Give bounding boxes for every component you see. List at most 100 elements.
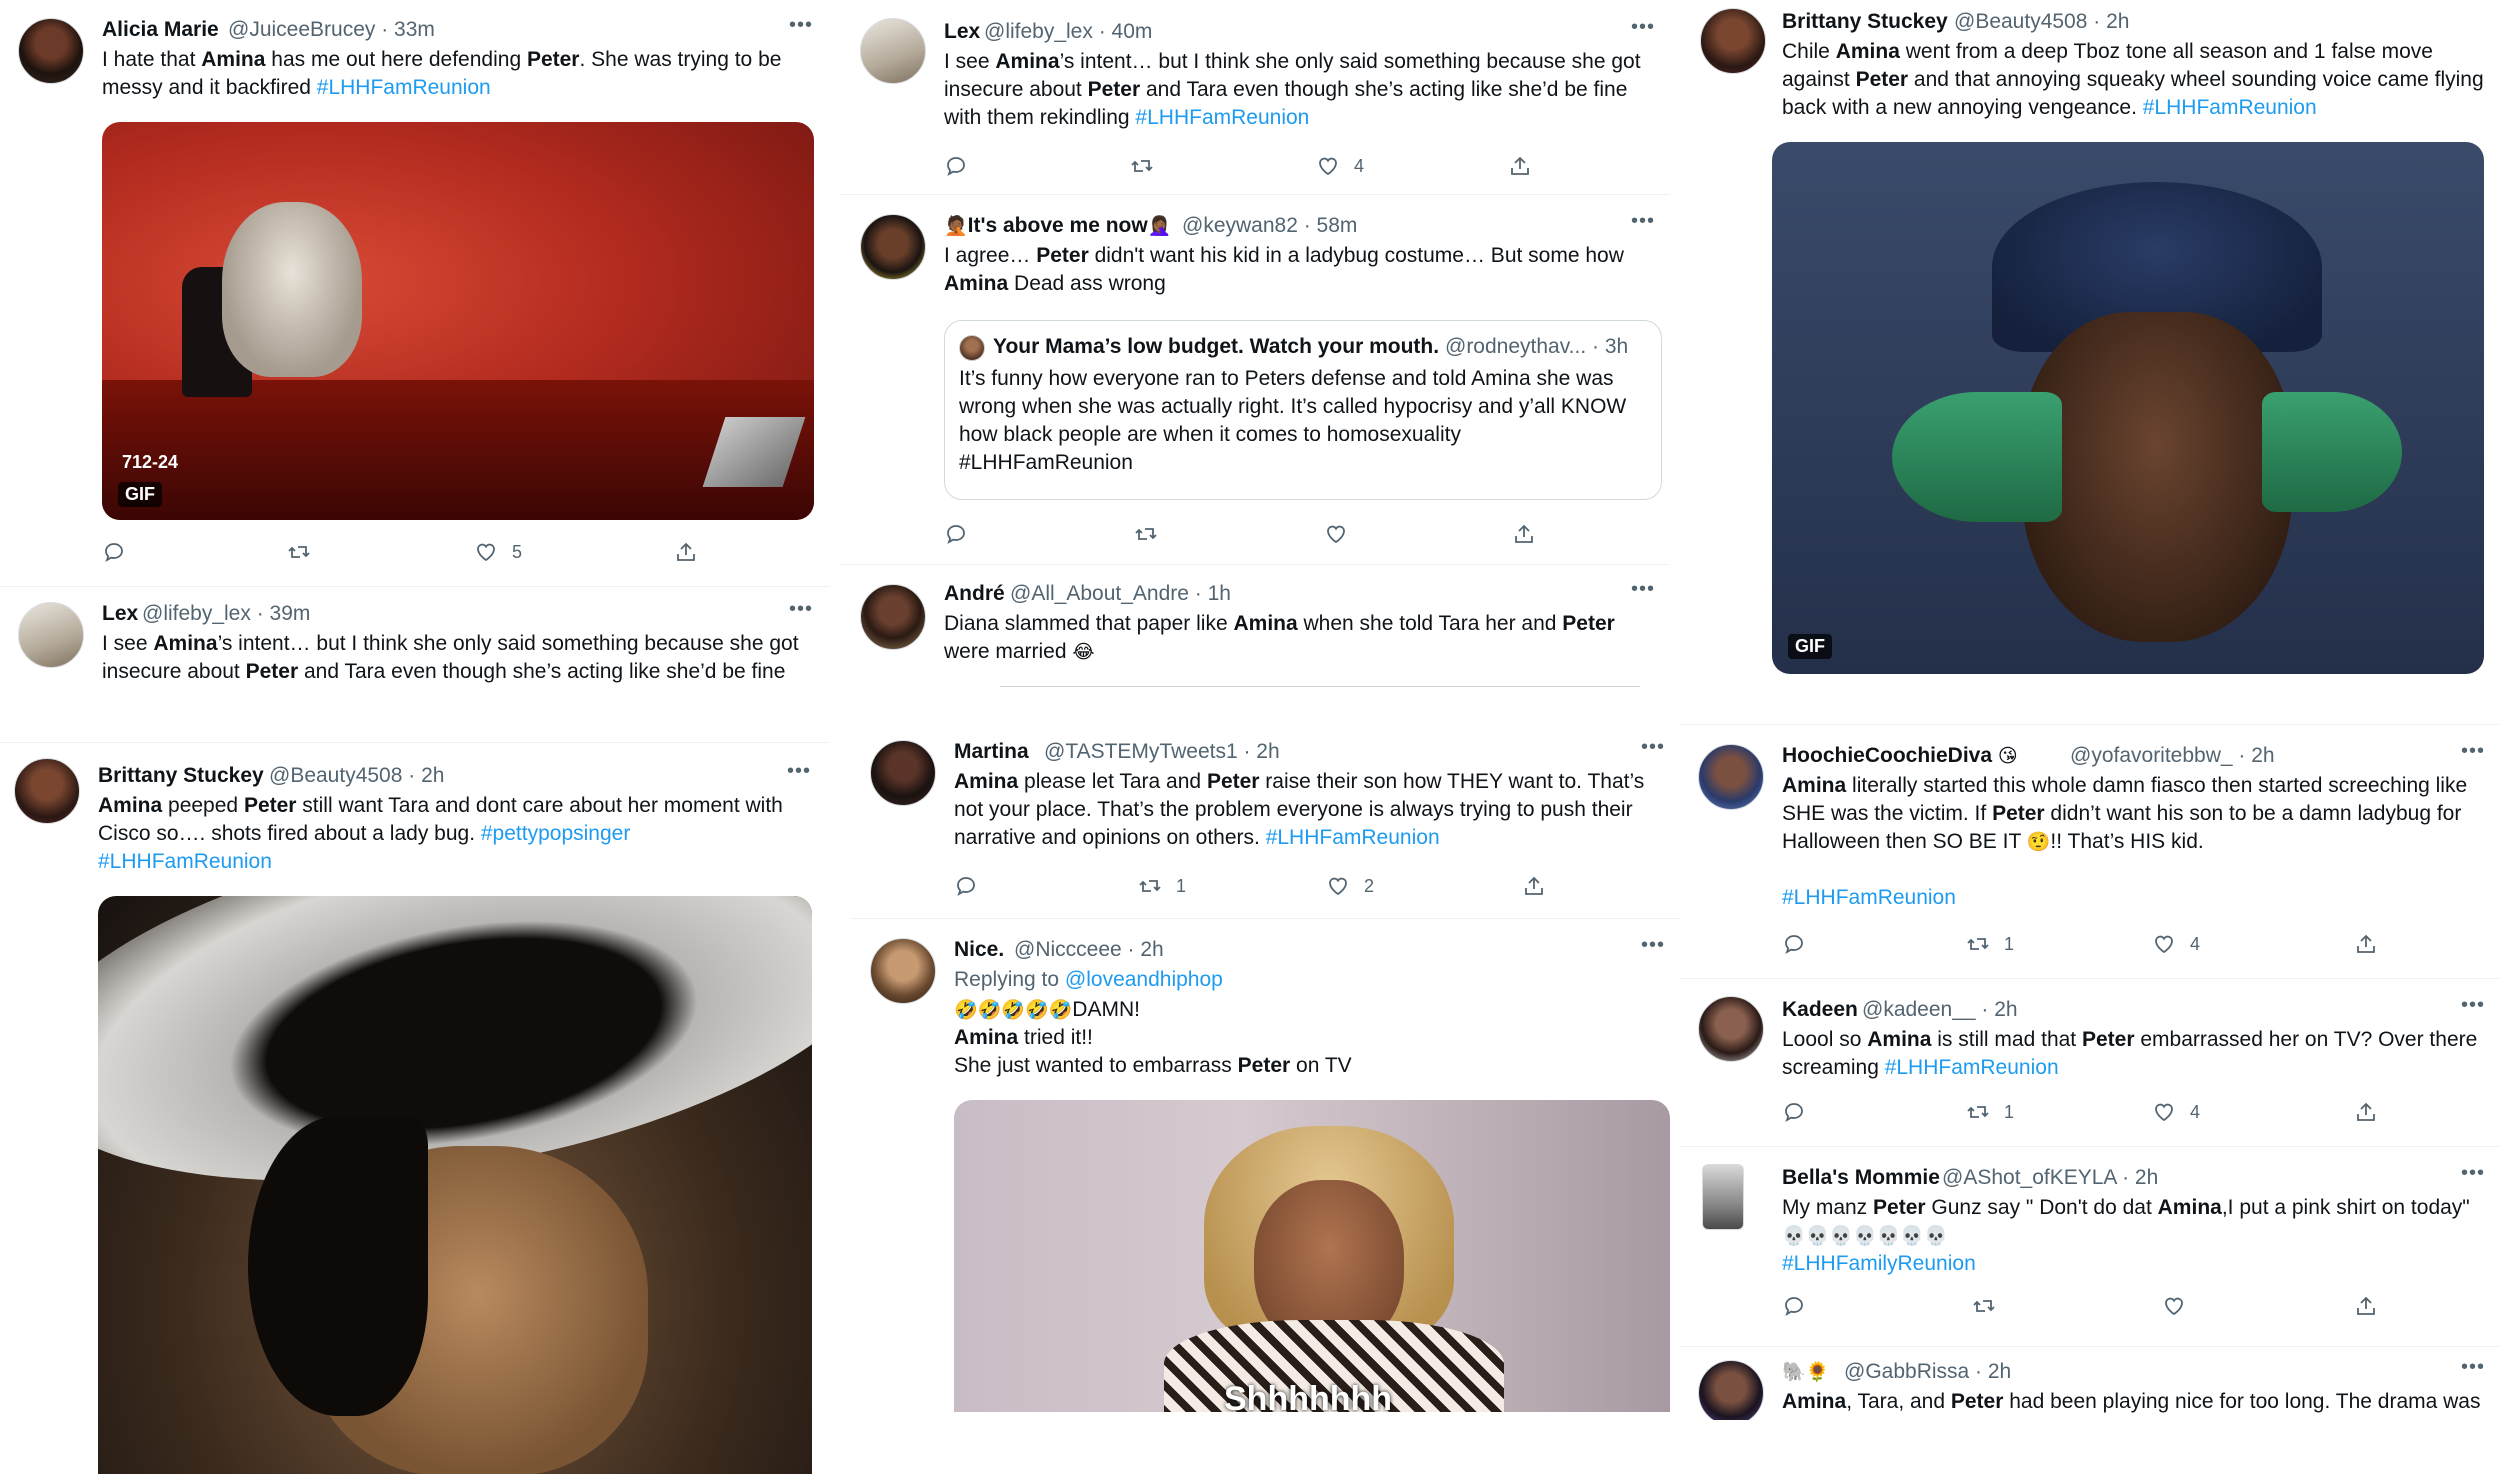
like-button[interactable]: 4 [1316, 152, 1364, 180]
tweet-lex-short[interactable]: Lex @lifeby_lex · 39m ••• I see Amina’s … [0, 588, 830, 738]
avatar[interactable] [1700, 8, 1766, 74]
hashtag-link[interactable]: #pettypopsinger [481, 822, 630, 845]
author-name[interactable]: Lex [102, 600, 138, 628]
more-icon[interactable]: ••• [1630, 579, 1656, 608]
like-button[interactable] [1324, 520, 1348, 548]
tweet-bellas-mommie[interactable]: Bella's Mommie @AShot_ofKEYLA · 2h ••• M… [1680, 1148, 2500, 1344]
tweet-gif-monkey[interactable]: 712-24 GIF [102, 122, 814, 520]
tweet-andre[interactable]: André @All_About_Andre · 1h ••• Diana sl… [840, 566, 1670, 686]
tweet-gif-woman-hat[interactable] [98, 896, 812, 1474]
avatar[interactable] [870, 740, 936, 806]
author-name[interactable]: Kadeen [1782, 996, 1858, 1024]
more-icon[interactable]: ••• [2460, 1163, 2486, 1192]
tweet-brittany-stuckey-1[interactable]: Brittany Stuckey @Beauty4508 · 2h ••• Am… [0, 744, 830, 1474]
author-name[interactable]: 🐘🌻 [1782, 1358, 1829, 1386]
author-handle-time[interactable]: @AShot_ofKEYLA · 2h [1942, 1164, 2158, 1192]
tweet-nice[interactable]: Nice. @Niccceee · 2h ••• Replying to @lo… [850, 920, 1680, 1420]
reply-button[interactable] [944, 152, 968, 180]
more-icon[interactable]: ••• [788, 15, 814, 44]
avatar[interactable] [1698, 996, 1764, 1062]
share-button[interactable] [1522, 872, 1546, 900]
author-name[interactable]: Lex [944, 18, 980, 46]
author-name[interactable]: HoochieCoochieDiva 😘 [1782, 742, 2018, 770]
tweet-martina[interactable]: Martina @TASTEMyTweets1 · 2h ••• Amina p… [850, 722, 1680, 912]
retweet-button[interactable] [287, 538, 311, 566]
more-icon[interactable]: ••• [786, 761, 812, 790]
share-button[interactable] [1512, 520, 1536, 548]
retweet-button[interactable] [1134, 520, 1158, 548]
author-handle-time[interactable]: @Niccceee · 2h [1014, 936, 1164, 964]
retweet-button[interactable]: 1 [1966, 930, 2014, 958]
author-name[interactable]: 🤦🏾It's above me now🤦🏾‍♀️ [944, 212, 1171, 240]
author-handle-time[interactable]: @lifeby_lex · 40m [984, 18, 1152, 46]
reply-button[interactable] [1782, 930, 1806, 958]
tweet-brittany-stuckey-2[interactable]: Brittany Stuckey @Beauty4508 · 2h Chile … [1680, 0, 2500, 720]
hashtag-link[interactable]: #LHHFamReunion [1885, 1056, 2059, 1079]
like-button[interactable]: 5 [474, 538, 522, 566]
hashtag-link[interactable]: #LHHFamReunion [317, 76, 491, 99]
retweet-button[interactable] [1972, 1292, 1996, 1320]
avatar[interactable] [860, 214, 926, 280]
reply-button[interactable] [1782, 1098, 1806, 1126]
hashtag-link[interactable]: #LHHFamReunion [2143, 96, 2317, 119]
avatar[interactable] [18, 18, 84, 84]
more-icon[interactable]: ••• [788, 599, 814, 628]
author-name[interactable]: Brittany Stuckey [98, 762, 264, 790]
avatar[interactable] [1698, 1360, 1764, 1420]
avatar[interactable] [1698, 744, 1764, 810]
tweet-alicia-marie[interactable]: Alicia Marie @JuiceeBrucey · 33m ••• I h… [0, 0, 830, 582]
avatar[interactable] [14, 758, 80, 824]
tweet-gif-blonde-woman[interactable]: Shhhhhhh [954, 1100, 1670, 1412]
avatar[interactable] [18, 602, 84, 668]
author-name[interactable]: Martina [954, 738, 1029, 766]
author-handle-time[interactable]: @GabbRissa · 2h [1844, 1358, 2011, 1386]
author-name[interactable]: André [944, 580, 1005, 608]
hashtag-link[interactable]: #LHHFamReunion [1266, 826, 1440, 849]
tweet-lex-full[interactable]: Lex @lifeby_lex · 40m ••• I see Amina’s … [840, 0, 1670, 188]
author-handle-time[interactable]: @Beauty4508 · 2h [1954, 8, 2129, 36]
more-icon[interactable]: ••• [2460, 1357, 2486, 1386]
tweet-gif-cups-man[interactable]: GIF [1772, 142, 2484, 674]
author-name[interactable]: Bella's Mommie [1782, 1164, 1940, 1192]
author-handle-time[interactable]: @Beauty4508 · 2h [269, 762, 444, 790]
like-button[interactable]: 4 [2152, 1098, 2200, 1126]
reply-mention-link[interactable]: @loveandhiphop [1065, 968, 1223, 991]
author-handle-time[interactable]: @JuiceeBrucey · 33m [228, 16, 435, 44]
share-button[interactable] [674, 538, 698, 566]
tweet-gabbrissa[interactable]: 🐘🌻 @GabbRissa · 2h ••• Amina, Tara, and … [1680, 1348, 2500, 1420]
retweet-button[interactable]: 1 [1138, 872, 1186, 900]
author-name[interactable]: Brittany Stuckey [1782, 8, 1948, 36]
author-name[interactable]: Alicia Marie [102, 16, 219, 44]
author-handle-time[interactable]: @kadeen__ · 2h [1862, 996, 2018, 1024]
retweet-button[interactable]: 1 [1966, 1098, 2014, 1126]
share-button[interactable] [1508, 152, 1532, 180]
share-button[interactable] [2354, 1292, 2378, 1320]
author-name[interactable]: Nice. [954, 936, 1004, 964]
hashtag-link[interactable]: #LHHFamReunion [1135, 106, 1309, 129]
share-button[interactable] [2354, 1098, 2378, 1126]
like-button[interactable]: 4 [2152, 930, 2200, 958]
author-handle-time[interactable]: @yofavoritebbw_ · 2h [2070, 742, 2275, 770]
reply-button[interactable] [944, 520, 968, 548]
quoted-tweet[interactable]: Your Mama’s low budget. Watch your mouth… [944, 320, 1662, 500]
reply-button[interactable] [102, 538, 126, 566]
reply-button[interactable] [954, 872, 978, 900]
hashtag-link[interactable]: #LHHFamilyReunion [1782, 1252, 1976, 1275]
tweet-kadeen[interactable]: Kadeen @kadeen__ · 2h ••• Loool so Amina… [1680, 980, 2500, 1144]
avatar[interactable] [870, 938, 936, 1004]
more-icon[interactable]: ••• [1630, 17, 1656, 46]
author-handle-time[interactable]: @keywan82 · 58m [1182, 212, 1357, 240]
more-icon[interactable]: ••• [2460, 741, 2486, 770]
more-icon[interactable]: ••• [1630, 211, 1656, 240]
hashtag-link[interactable]: #LHHFamReunion [98, 850, 272, 873]
more-icon[interactable]: ••• [1640, 737, 1666, 766]
share-button[interactable] [2354, 930, 2378, 958]
tweet-hoochiecoochiediva[interactable]: HoochieCoochieDiva 😘 @yofavoritebbw_ · 2… [1680, 726, 2500, 976]
avatar[interactable] [860, 584, 926, 650]
author-handle-time[interactable]: @All_About_Andre · 1h [1010, 580, 1231, 608]
author-handle-time[interactable]: @lifeby_lex · 39m [142, 600, 310, 628]
avatar[interactable] [860, 18, 926, 84]
tweet-keywan[interactable]: 🤦🏾It's above me now🤦🏾‍♀️ @keywan82 · 58m… [840, 196, 1670, 562]
more-icon[interactable]: ••• [1640, 935, 1666, 964]
like-button[interactable] [2162, 1292, 2186, 1320]
